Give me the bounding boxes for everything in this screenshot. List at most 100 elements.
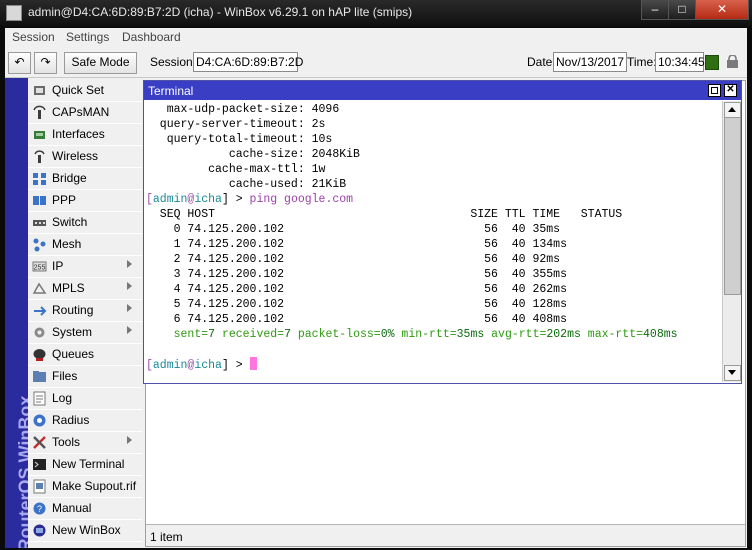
toolbar: ↶ ↷ Safe Mode Session: D4:CA:6D:89:B7:2D… xyxy=(5,47,747,78)
sidebar-item-queues[interactable]: Queues xyxy=(28,344,142,366)
summary-key: max-rtt xyxy=(587,328,637,341)
sidebar-item-ip[interactable]: 255 IP xyxy=(28,256,142,278)
close-button[interactable]: ✕ xyxy=(695,0,749,20)
sidebar-item-log[interactable]: Log xyxy=(28,388,142,410)
window-titlebar: admin@D4:CA:6D:89:B7:2D (icha) - WinBox … xyxy=(0,0,752,26)
terminal-window[interactable]: Terminal ✕ max-udp-packet-size: 4096 que… xyxy=(143,80,742,384)
sidebar-item-new-winbox[interactable]: New WinBox xyxy=(28,520,142,542)
sidebar-item-label: Queues xyxy=(52,347,95,361)
ping-summary: sent=7 received=7 packet-loss=0% min-rtt… xyxy=(173,328,678,341)
summary-key: received xyxy=(221,328,278,341)
terminal-cursor[interactable] xyxy=(249,357,257,370)
redo-button[interactable]: ↷ xyxy=(34,52,57,74)
svg-text:?: ? xyxy=(37,504,42,514)
manual-icon: ? xyxy=(33,502,46,515)
sidebar-item-mpls[interactable]: MPLS xyxy=(28,278,142,300)
menu-bar: Session Settings Dashboard xyxy=(5,28,747,47)
menu-session[interactable]: Session xyxy=(12,30,55,44)
sidebar-item-label: Quick Set xyxy=(52,83,105,97)
terminal-output[interactable]: max-udp-packet-size: 4096 query-server-t… xyxy=(146,102,719,380)
time-label: Time: xyxy=(627,55,657,69)
terminal-title: Terminal xyxy=(148,84,194,98)
terminal-titlebar[interactable]: Terminal ✕ xyxy=(144,81,741,100)
prompt-user: admin xyxy=(152,193,188,206)
bridge-icon xyxy=(33,173,46,185)
sidebar-item-system[interactable]: System xyxy=(28,322,142,344)
sidebar-item-manual[interactable]: ? Manual xyxy=(28,498,142,520)
terminal-close-icon[interactable]: ✕ xyxy=(724,84,737,97)
sidebar-item-label: MPLS xyxy=(52,281,85,295)
prompt-user: admin xyxy=(152,359,188,372)
sidebar-item-interfaces[interactable]: Interfaces xyxy=(28,124,142,146)
sidebar-item-label: Manual xyxy=(52,501,92,515)
sidebar-item-label: PPP xyxy=(52,193,77,207)
safe-mode-button[interactable]: Safe Mode xyxy=(64,52,137,74)
sidebar-menu: Quick Set CAPsMAN Interfaces Wireless Bridge… xyxy=(28,78,142,548)
scroll-down-arrow-icon[interactable] xyxy=(724,365,741,381)
sidebar-item-label: CAPsMAN xyxy=(52,105,110,119)
sidebar-item-label: Tools xyxy=(52,435,81,449)
minimize-button[interactable]: – xyxy=(641,0,669,20)
prompt-suffix: ] > xyxy=(221,193,250,206)
summary-value: 7 xyxy=(284,328,291,341)
dns-config-line: cache-max-ttl: 1w xyxy=(146,163,326,176)
sidebar-item-tools[interactable]: Tools xyxy=(28,432,142,454)
ppp-icon xyxy=(33,196,46,205)
ping-result-row: 6 74.125.200.102 56 40 408ms xyxy=(146,313,567,326)
terminal-scrollbar[interactable] xyxy=(722,101,741,382)
ping-table-header: SEQ HOST SIZE TTL TIME STATUS xyxy=(146,208,623,221)
undo-button[interactable]: ↶ xyxy=(8,52,31,74)
tools-icon xyxy=(33,436,46,449)
ping-result-row: 5 74.125.200.102 56 40 128ms xyxy=(146,298,567,311)
sidebar-item-label: Make Supout.rif xyxy=(52,479,137,493)
mesh-icon xyxy=(33,238,46,252)
sidebar-item-new-terminal[interactable]: New Terminal xyxy=(28,454,142,476)
sidebar-item-label: System xyxy=(52,325,93,339)
dns-config-line: cache-used: 21KiB xyxy=(146,178,347,191)
menu-dashboard[interactable]: Dashboard xyxy=(122,30,181,44)
connection-status-icon xyxy=(705,55,719,70)
ping-result-row: 1 74.125.200.102 56 40 134ms xyxy=(146,238,567,251)
queues-icon xyxy=(33,349,46,361)
sidebar-item-make-supout-rif[interactable]: Make Supout.rif xyxy=(28,476,142,498)
sidebar-item-wireless[interactable]: Wireless xyxy=(28,146,142,168)
summary-value: 408ms xyxy=(643,328,678,341)
prompt-host: icha xyxy=(194,359,222,372)
sidebar-item-switch[interactable]: Switch xyxy=(28,212,142,234)
sidebar-item-label: Wireless xyxy=(52,149,99,163)
routing-icon xyxy=(34,306,47,316)
sidebar-item-label: New Terminal xyxy=(52,457,125,471)
sidebar-item-label: IP xyxy=(52,259,64,273)
ping-command: ping google.com xyxy=(249,193,354,206)
command-line: [admin@icha] > ping google.com xyxy=(146,193,354,206)
scrollbar-thumb[interactable] xyxy=(724,117,741,295)
scroll-up-arrow-icon[interactable] xyxy=(724,102,741,118)
ping-result-row: 0 74.125.200.102 56 40 35ms xyxy=(146,223,561,236)
sidebar-item-bridge[interactable]: Bridge xyxy=(28,168,142,190)
summary-key: packet-loss xyxy=(297,328,374,341)
sidebar-item-label: Radius xyxy=(52,413,90,427)
sidebar-item-label: New WinBox xyxy=(52,523,121,537)
winbox-app-icon xyxy=(6,5,22,21)
supout-icon xyxy=(33,479,46,494)
sidebar-item-routing[interactable]: Routing xyxy=(28,300,142,322)
date-field: Nov/13/2017 xyxy=(553,52,627,72)
list-footer: 1 item xyxy=(146,524,745,546)
menu-settings[interactable]: Settings xyxy=(66,30,109,44)
sidebar-item-quick-set[interactable]: Quick Set xyxy=(28,80,142,102)
sidebar-item-label: Log xyxy=(52,391,73,405)
submenu-arrow-icon xyxy=(127,326,132,334)
sidebar-item-mesh[interactable]: Mesh xyxy=(28,234,142,256)
window-title: admin@D4:CA:6D:89:B7:2D (icha) - WinBox … xyxy=(28,5,413,19)
sidebar-item-files[interactable]: Files xyxy=(28,366,142,388)
submenu-arrow-icon xyxy=(127,304,132,312)
submenu-arrow-icon xyxy=(127,260,132,268)
submenu-arrow-icon xyxy=(127,282,132,290)
sidebar-item-radius[interactable]: Radius xyxy=(28,410,142,432)
sidebar-item-capsman[interactable]: CAPsMAN xyxy=(28,102,142,124)
terminal-restore-icon[interactable] xyxy=(708,84,721,97)
dns-config-line: cache-size: 2048KiB xyxy=(146,148,360,161)
sidebar-item-ppp[interactable]: PPP xyxy=(28,190,142,212)
maximize-button[interactable]: □ xyxy=(668,0,696,20)
sidebar-item-label: Bridge xyxy=(52,171,87,185)
